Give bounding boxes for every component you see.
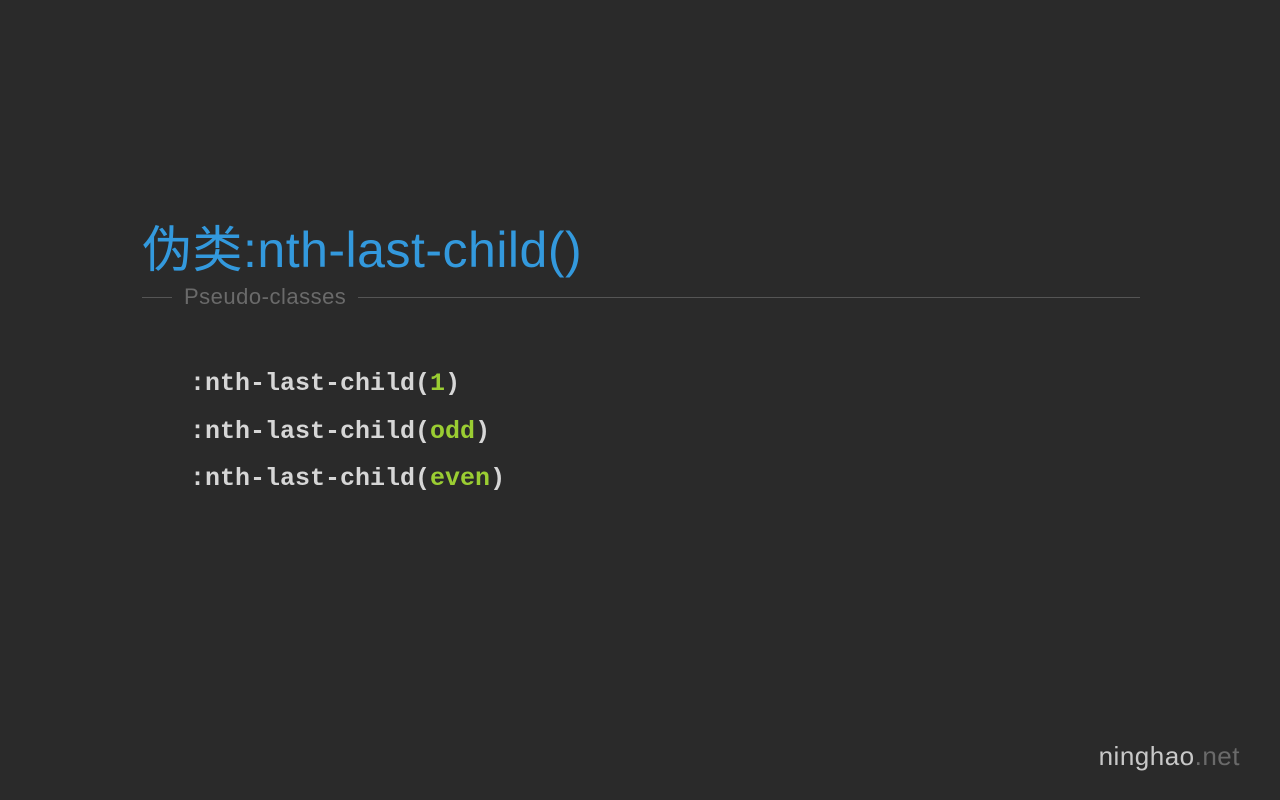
- code-arg: even: [430, 464, 490, 493]
- code-line: :nth-last-child(even): [190, 455, 505, 503]
- divider-right: [358, 297, 1140, 298]
- code-arg: odd: [430, 417, 475, 446]
- slide-title: 伪类:nth-last-child(): [142, 210, 582, 282]
- code-arg: 1: [430, 369, 445, 398]
- code-prefix: :nth-last-child(: [190, 464, 430, 493]
- watermark-brand: ninghao: [1099, 741, 1195, 771]
- code-line: :nth-last-child(odd): [190, 408, 505, 456]
- watermark: ninghao.net: [1099, 741, 1240, 772]
- code-suffix: ): [475, 417, 490, 446]
- code-line: :nth-last-child(1): [190, 360, 505, 408]
- divider-left: [142, 297, 172, 298]
- code-prefix: :nth-last-child(: [190, 369, 430, 398]
- code-prefix: :nth-last-child(: [190, 417, 430, 446]
- code-suffix: ): [490, 464, 505, 493]
- code-suffix: ): [445, 369, 460, 398]
- subtitle-row: Pseudo-classes: [142, 284, 1140, 310]
- watermark-domain: .net: [1195, 741, 1240, 771]
- slide: 伪类:nth-last-child() Pseudo-classes :nth-…: [0, 0, 1280, 800]
- code-block: :nth-last-child(1) :nth-last-child(odd) …: [190, 360, 505, 503]
- slide-subtitle: Pseudo-classes: [184, 284, 346, 310]
